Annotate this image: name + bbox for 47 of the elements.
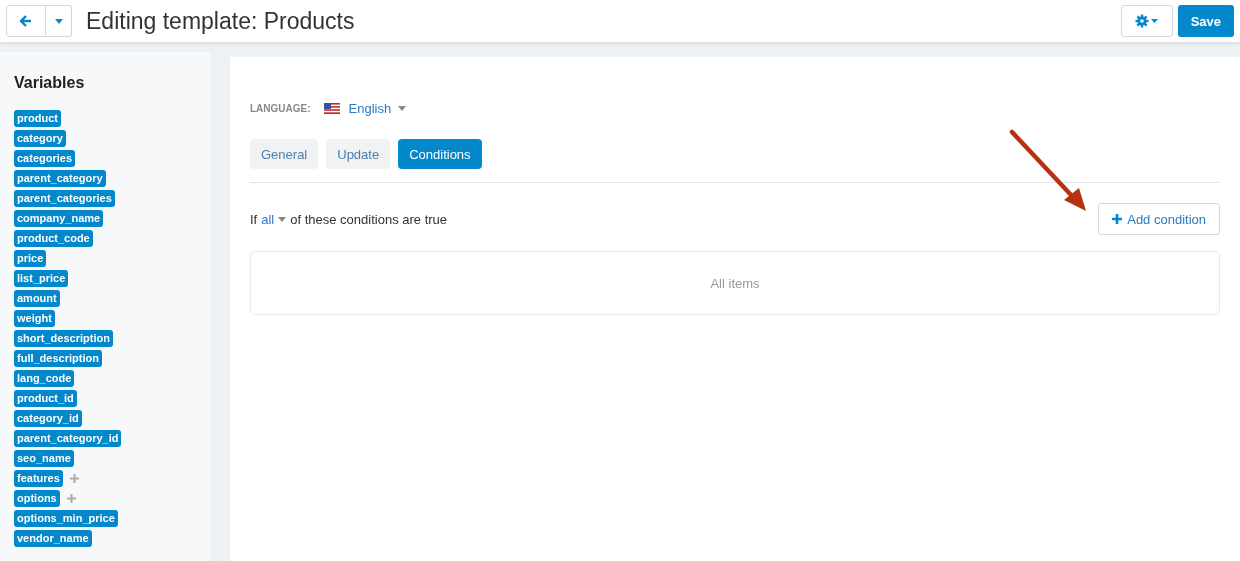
tab[interactable]: Conditions: [398, 139, 482, 169]
empty-message: All items: [710, 275, 760, 291]
variable-tag[interactable]: categories: [14, 150, 76, 167]
variable-tag[interactable]: full_description: [14, 350, 102, 367]
variable-tag[interactable]: parent_categories: [14, 190, 115, 207]
settings-button[interactable]: [1120, 5, 1173, 37]
variable-tag[interactable]: short_description: [14, 330, 113, 347]
variable-tag[interactable]: category: [14, 130, 66, 147]
variable-tag[interactable]: lang_code: [14, 370, 75, 387]
variable-tag[interactable]: options: [14, 490, 60, 507]
language-label: LANGUAGE:: [250, 102, 311, 114]
variable-tag[interactable]: vendor_name: [14, 530, 92, 547]
flag-icon: [323, 102, 340, 114]
condition-text: of these conditions are true: [290, 211, 448, 227]
page-title: Editing template: Products: [86, 7, 355, 35]
variable-tag[interactable]: amount: [14, 290, 60, 307]
sidebar-title: Variables: [14, 74, 86, 92]
variable-tag[interactable]: product_code: [14, 230, 93, 247]
language-dropdown[interactable]: English: [348, 100, 392, 116]
match-selector[interactable]: all: [261, 211, 275, 227]
dropdown-button[interactable]: [46, 5, 72, 37]
variable-tag[interactable]: category_id: [14, 410, 82, 427]
variable-tag[interactable]: price: [14, 250, 47, 267]
caret-icon: [278, 216, 287, 222]
variable-tag[interactable]: list_price: [14, 270, 69, 287]
caret-icon: [398, 105, 407, 111]
variable-tag[interactable]: parent_category: [14, 170, 106, 187]
plus-icon: [1112, 214, 1123, 224]
save-button[interactable]: Save: [1177, 5, 1234, 37]
settings-icon: [1134, 14, 1159, 28]
variable-tag[interactable]: weight: [14, 310, 55, 327]
plus-icon[interactable]: [66, 494, 76, 503]
back-button[interactable]: [6, 5, 46, 37]
tab[interactable]: Update: [326, 139, 391, 169]
variable-tag[interactable]: options_min_price: [14, 510, 118, 527]
add-condition-button[interactable]: Add condition: [1098, 203, 1220, 235]
variable-tag[interactable]: features: [14, 470, 63, 487]
plus-icon[interactable]: [69, 474, 79, 483]
tab[interactable]: General: [250, 139, 319, 169]
variable-tag[interactable]: parent_category_id: [14, 430, 122, 447]
variable-tag[interactable]: product_id: [14, 390, 77, 407]
back-arrow-icon: [20, 15, 32, 27]
condition-text: If: [250, 211, 258, 227]
caret-icon: [54, 18, 63, 24]
variable-tag[interactable]: company_name: [14, 210, 104, 227]
variable-tag[interactable]: seo_name: [14, 450, 74, 467]
variable-tag[interactable]: product: [14, 110, 61, 127]
